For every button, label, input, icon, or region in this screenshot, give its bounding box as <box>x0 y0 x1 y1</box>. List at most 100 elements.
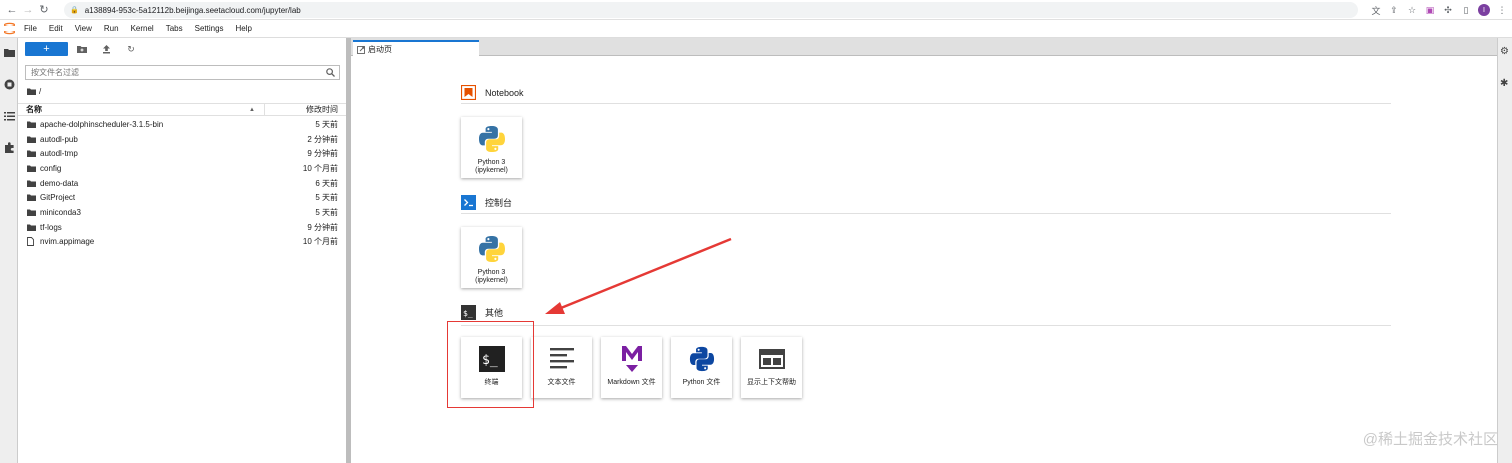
translate-icon[interactable]: 文 <box>1370 4 1382 16</box>
extension-manager-icon[interactable] <box>2 140 16 154</box>
card-label: 显示上下文帮助 <box>747 379 796 386</box>
sidepanel-icon[interactable]: ▯ <box>1460 4 1472 16</box>
new-launcher-button[interactable]: + <box>25 42 68 56</box>
card-label: 终端 <box>484 379 499 386</box>
terminal-icon: $_ <box>476 343 508 375</box>
file-modified: 10 个月前 <box>302 237 338 247</box>
file-row[interactable]: miniconda3 5 天前 <box>18 205 346 220</box>
file-modified: 5 天前 <box>315 207 338 217</box>
terminal-section-icon: $_ <box>461 305 476 320</box>
file-browser-toolbar: + ↻ <box>18 38 346 62</box>
menu-run[interactable]: Run <box>98 20 125 38</box>
menu-file[interactable]: File <box>18 20 43 38</box>
markdown-file-card[interactable]: Markdown 文件 <box>601 337 662 398</box>
right-activity-bar: ⚙ ✱ <box>1497 38 1512 463</box>
back-icon[interactable]: ← <box>4 2 20 18</box>
table-of-contents-icon[interactable] <box>2 109 16 123</box>
context-help-card[interactable]: 显示上下文帮助 <box>741 337 802 398</box>
launcher: Notebook Python 3 (ipykernel) 控制台 Python … <box>351 56 1497 463</box>
share-icon[interactable]: ⇪ <box>1388 4 1400 16</box>
card-label: Python 3 (ipykernel) <box>475 269 508 284</box>
console-python3-card[interactable]: Python 3 (ipykernel) <box>461 227 522 288</box>
menu-settings[interactable]: Settings <box>189 20 230 38</box>
jupyter-menubar: File Edit View Run Kernel Tabs Settings … <box>0 20 1512 38</box>
console-section-header: 控制台 <box>461 195 512 210</box>
text-file-icon <box>546 343 578 375</box>
file-browser-panel: + ↻ / 名称 ▲ 修改时间 apache-dolphinscheduler-… <box>18 38 346 463</box>
file-filter-input[interactable] <box>25 65 340 80</box>
address-bar[interactable]: 🔒 a138894-953c-5a12112b.beijinga.seetacl… <box>64 2 1358 18</box>
file-modified: 5 天前 <box>315 193 338 203</box>
file-row[interactable]: demo-data 6 天前 <box>18 176 346 191</box>
file-row[interactable]: config 10 个月前 <box>18 161 346 176</box>
breadcrumb-root[interactable]: / <box>39 87 41 96</box>
menu-help[interactable]: Help <box>230 20 258 38</box>
folder-icon <box>27 194 36 202</box>
file-row[interactable]: apache-dolphinscheduler-3.1.5-bin 5 天前 <box>18 117 346 132</box>
browser-toolbar: ← → ↻ 🔒 a138894-953c-5a12112b.beijinga.s… <box>0 0 1512 20</box>
filter-text-field[interactable] <box>31 68 321 77</box>
reload-icon[interactable]: ↻ <box>36 2 52 18</box>
file-modified: 9 分钟前 <box>307 222 338 232</box>
folder-icon <box>27 223 36 231</box>
puzzle-icon[interactable]: ✣ <box>1442 4 1454 16</box>
more-menu-icon[interactable]: ⋮ <box>1496 4 1508 16</box>
debugger-icon[interactable]: ✱ <box>1500 78 1508 89</box>
file-list: apache-dolphinscheduler-3.1.5-bin 5 天前 a… <box>18 117 346 249</box>
file-list-header: 名称 ▲ 修改时间 <box>18 103 346 116</box>
file-modified: 2 分钟前 <box>307 134 338 144</box>
lock-icon: 🔒 <box>70 7 79 14</box>
context-help-icon <box>756 343 788 375</box>
menu-kernel[interactable]: Kernel <box>125 20 160 38</box>
column-modified-header[interactable]: 修改时间 <box>306 104 338 115</box>
menu-edit[interactable]: Edit <box>43 20 69 38</box>
text-file-card[interactable]: 文本文件 <box>531 337 592 398</box>
section-divider <box>461 325 1391 326</box>
file-name: tf-logs <box>40 222 62 232</box>
console-section-title: 控制台 <box>485 198 513 208</box>
tab-launcher[interactable]: 启动页 <box>353 40 479 57</box>
jupyter-logo-icon <box>0 20 18 38</box>
menu-view[interactable]: View <box>69 20 98 38</box>
extension-icon[interactable]: ▣ <box>1424 4 1436 16</box>
new-folder-icon[interactable] <box>76 43 88 55</box>
bookmark-star-icon[interactable]: ☆ <box>1406 4 1418 16</box>
file-row[interactable]: tf-logs 9 分钟前 <box>18 220 346 235</box>
python-file-card[interactable]: Python 文件 <box>671 337 732 398</box>
breadcrumb[interactable]: / <box>27 87 41 96</box>
property-inspector-icon[interactable]: ⚙ <box>1500 46 1509 57</box>
profile-avatar[interactable]: I <box>1478 4 1490 16</box>
notebook-python3-card[interactable]: Python 3 (ipykernel) <box>461 117 522 178</box>
left-activity-bar <box>0 38 18 463</box>
folder-icon <box>27 179 36 187</box>
folder-icon <box>27 208 36 216</box>
card-label: Markdown 文件 <box>607 379 656 386</box>
notebook-section-header: Notebook <box>461 85 524 100</box>
search-icon <box>326 68 335 79</box>
upload-icon[interactable] <box>100 43 112 55</box>
section-divider <box>461 213 1391 214</box>
file-name: apache-dolphinscheduler-3.1.5-bin <box>40 119 164 129</box>
terminal-card[interactable]: $_ 终端 <box>461 337 522 398</box>
file-row[interactable]: autodl-tmp 9 分钟前 <box>18 146 346 161</box>
folder-icon <box>27 164 36 172</box>
forward-icon[interactable]: → <box>20 2 36 18</box>
file-row[interactable]: nvim.appimage 10 个月前 <box>18 235 346 250</box>
column-name-header[interactable]: 名称 <box>26 104 42 115</box>
refresh-icon[interactable]: ↻ <box>125 43 137 55</box>
file-name: autodl-pub <box>40 134 78 144</box>
tab-bar: 启动页 <box>351 38 1497 57</box>
folder-icon <box>27 150 36 158</box>
url-text: a138894-953c-5a12112b.beijinga.seetaclou… <box>84 5 301 15</box>
file-row[interactable]: autodl-pub 2 分钟前 <box>18 132 346 147</box>
folder-icon <box>27 88 36 95</box>
tab-label: 启动页 <box>368 45 392 54</box>
other-section-header: $_ 其他 <box>461 305 503 320</box>
running-kernels-icon[interactable] <box>2 77 16 91</box>
card-label: Python 文件 <box>682 379 721 386</box>
column-separator[interactable] <box>264 104 265 116</box>
menu-tabs[interactable]: Tabs <box>160 20 189 38</box>
file-row[interactable]: GitProject 5 天前 <box>18 190 346 205</box>
folder-icon[interactable] <box>2 45 16 59</box>
markdown-icon <box>616 343 648 375</box>
